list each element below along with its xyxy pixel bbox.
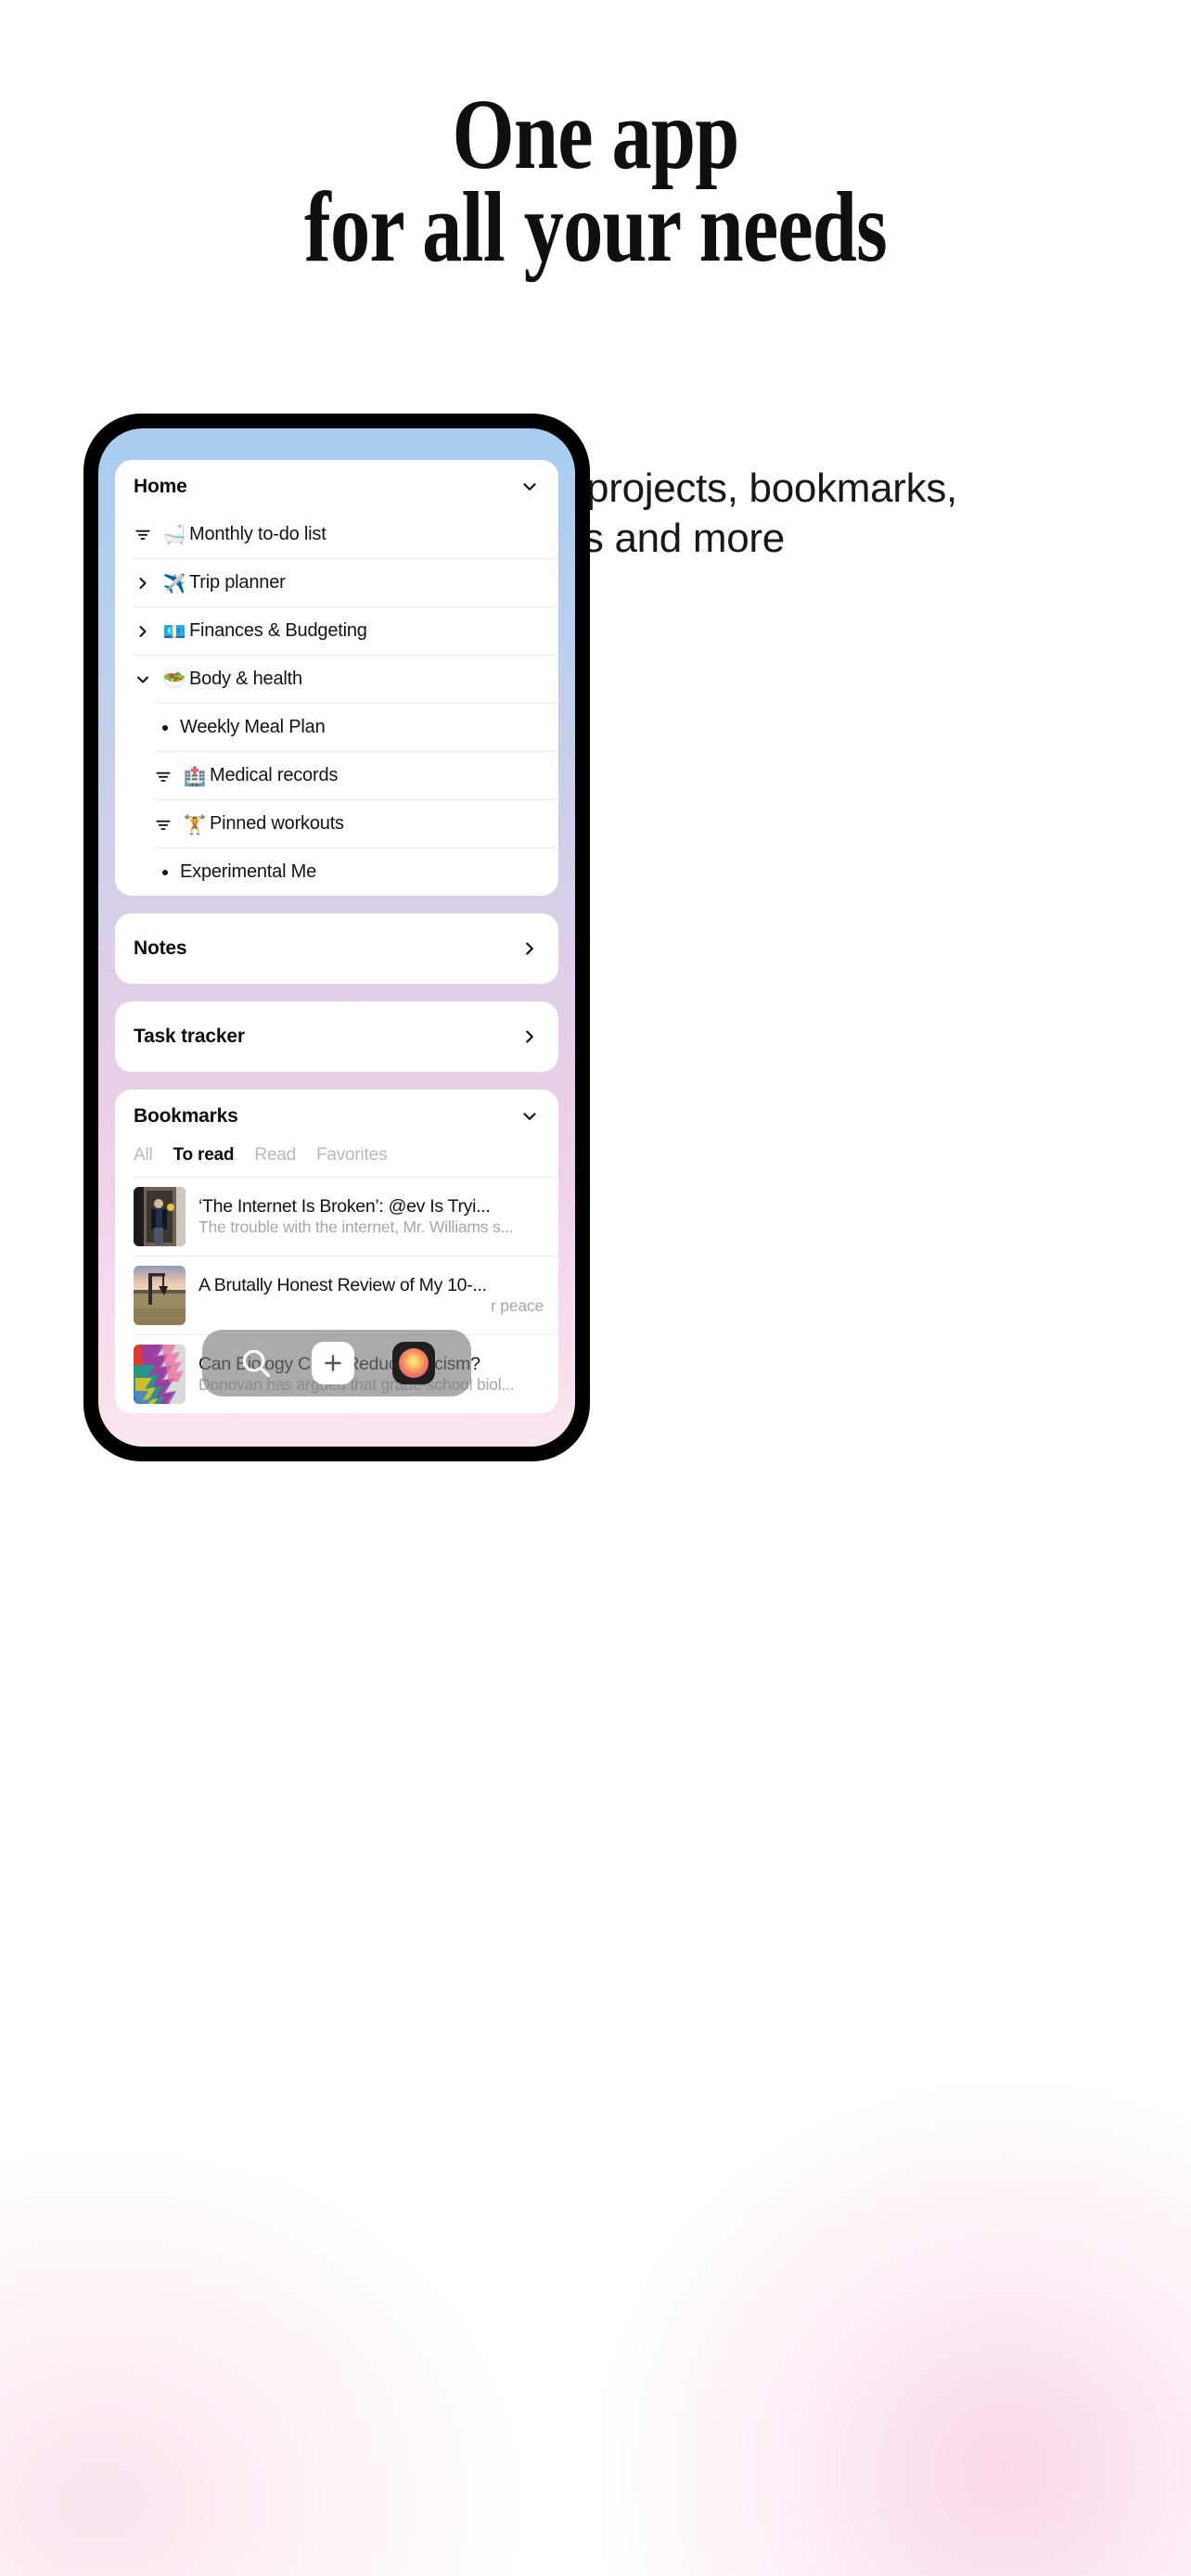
bookmark-subtitle: The trouble with the internet, Mr. Willi… [198, 1218, 514, 1236]
salad-icon: 🥗 [162, 668, 186, 691]
tree-row-finances-budgeting[interactable]: 💶 Finances & Budgeting [134, 606, 558, 655]
man-in-doorway-photo [134, 1187, 186, 1246]
tree-row-weekly-meal-plan[interactable]: Weekly Meal Plan [154, 703, 558, 751]
task-tracker-card-title: Task tracker [134, 1026, 245, 1047]
tab-all[interactable]: All [134, 1145, 153, 1166]
tree-row-experimental-me[interactable]: Experimental Me [154, 848, 558, 896]
list-icon[interactable] [134, 525, 160, 543]
floating-toolbar [202, 1330, 471, 1396]
bookmarks-card-header[interactable]: Bookmarks [115, 1090, 558, 1140]
tab-favorites[interactable]: Favorites [316, 1145, 388, 1166]
tree-row-label: Pinned workouts [210, 813, 344, 834]
chevron-down-icon[interactable] [519, 1106, 540, 1127]
phone-screen: Home 🛁 Monthly to-do list ✈️ Trip planne… [98, 428, 575, 1447]
plus-icon[interactable] [311, 1342, 354, 1384]
chevron-right-icon[interactable] [519, 1027, 540, 1047]
airplane-icon: ✈️ [162, 571, 186, 594]
bullet-icon [154, 724, 180, 731]
orb-icon[interactable] [392, 1342, 436, 1384]
bookmarks-card-title: Bookmarks [134, 1105, 238, 1127]
tree-row-body-health[interactable]: 🥗 Body & health [134, 655, 558, 703]
tab-to-read[interactable]: To read [173, 1145, 235, 1166]
search-icon[interactable] [238, 1345, 274, 1381]
rainbow-feathers-photo [134, 1345, 186, 1404]
tree-row-label: Finances & Budgeting [189, 620, 367, 641]
weightlifter-icon: 🏋️ [183, 812, 207, 835]
list-icon[interactable] [154, 815, 180, 834]
chevron-right-icon[interactable] [134, 622, 160, 641]
field-sunset-photo [134, 1266, 186, 1325]
bookmark-list-item[interactable]: A Brutally Honest Review of My 10-... r … [134, 1256, 558, 1334]
bookmark-list-item[interactable]: ‘The Internet Is Broken’: @ev Is Tryi...… [134, 1177, 558, 1256]
home-card-header[interactable]: Home [115, 460, 558, 510]
task-tracker-card[interactable]: Task tracker [115, 1001, 558, 1072]
bookmarks-tabs: All To read Read Favorites [115, 1140, 558, 1177]
notes-card[interactable]: Notes [115, 913, 558, 984]
chevron-down-icon[interactable] [134, 670, 160, 689]
hospital-icon: 🏥 [183, 764, 207, 787]
page-title: One app for all your needs [303, 80, 888, 284]
bullet-icon [154, 869, 180, 875]
tree-row-label: Trip planner [189, 572, 286, 593]
tab-read[interactable]: Read [254, 1145, 296, 1166]
bookmark-subtitle: r peace [491, 1296, 544, 1315]
bookmark-text: A Brutally Honest Review of My 10-... r … [198, 1275, 544, 1316]
background-glow-left [0, 2149, 519, 2576]
tree-row-monthly-todo-list[interactable]: 🛁 Monthly to-do list [134, 510, 558, 558]
home-card: Home 🛁 Monthly to-do list ✈️ Trip planne… [115, 460, 558, 896]
home-card-title: Home [134, 476, 187, 497]
tree-row-label: Weekly Meal Plan [180, 717, 326, 737]
bookmark-title: A Brutally Honest Review of My 10-... [198, 1275, 487, 1295]
notes-card-title: Notes [134, 937, 187, 959]
marketing-page: One app for all your needs Notes, tasks,… [0, 0, 1191, 2576]
tree-row-label: Experimental Me [180, 861, 317, 882]
home-card-tree: 🛁 Monthly to-do list ✈️ Trip planner 💶 F… [115, 510, 558, 896]
chevron-right-icon[interactable] [134, 574, 160, 593]
tree-row-trip-planner[interactable]: ✈️ Trip planner [134, 558, 558, 606]
tree-row-label: Body & health [189, 669, 302, 689]
list-icon[interactable] [154, 767, 180, 785]
bookmark-title: ‘The Internet Is Broken’: @ev Is Tryi... [198, 1196, 491, 1217]
chevron-down-icon[interactable] [519, 477, 540, 497]
bathtub-icon: 🛁 [162, 523, 186, 545]
tree-row-label: Monthly to-do list [189, 523, 327, 544]
phone-mockup: Home 🛁 Monthly to-do list ✈️ Trip planne… [83, 414, 590, 1461]
tree-row-medical-records[interactable]: 🏥 Medical records [154, 751, 558, 799]
tree-row-label: Medical records [210, 765, 339, 785]
bookmark-text: ‘The Internet Is Broken’: @ev Is Tryi...… [198, 1196, 544, 1237]
background-glow-right [597, 2085, 1191, 2576]
tree-row-pinned-workouts[interactable]: 🏋️ Pinned workouts [154, 799, 558, 848]
app-scroll-area[interactable]: Home 🛁 Monthly to-do list ✈️ Trip planne… [98, 428, 575, 1431]
banknote-icon: 💶 [162, 619, 186, 643]
chevron-right-icon[interactable] [519, 938, 540, 959]
